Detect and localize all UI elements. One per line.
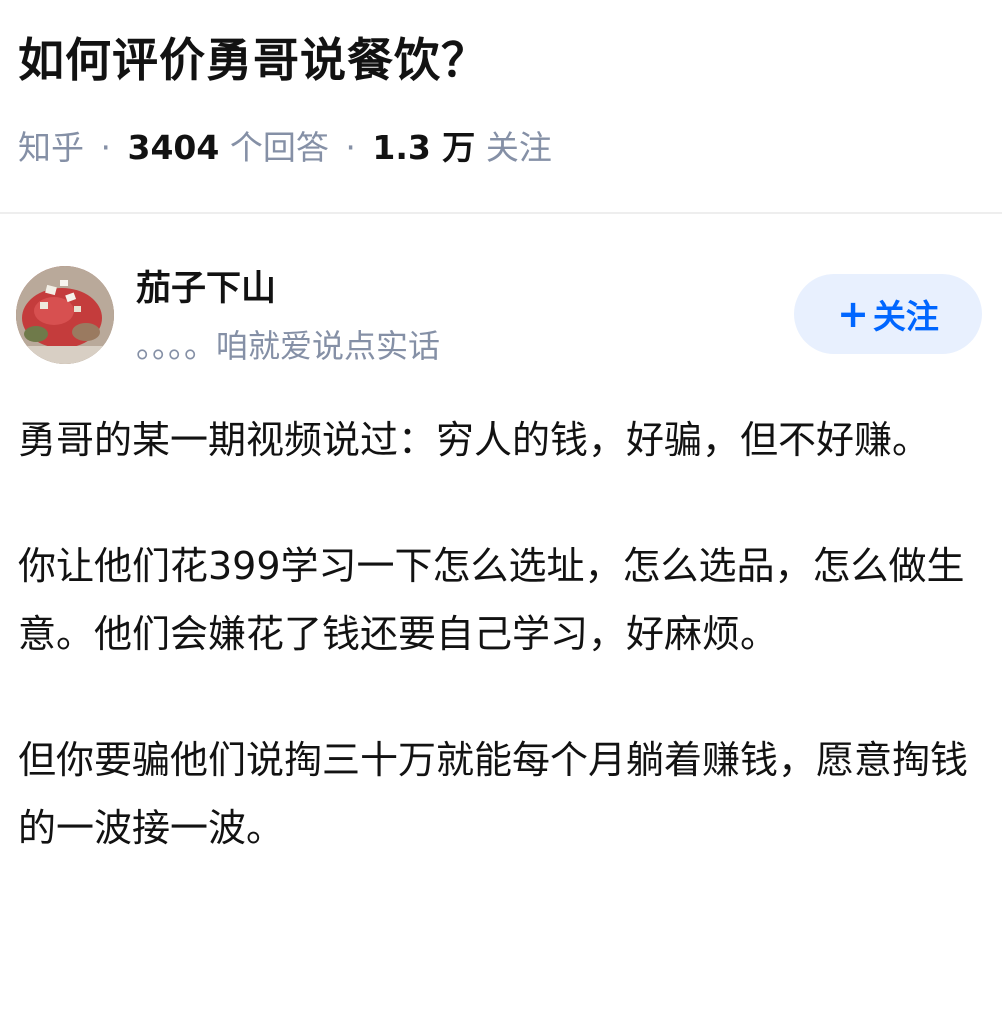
author-name[interactable]: 茄子下山: [136, 264, 276, 314]
follower-count-label: 关注: [485, 128, 552, 167]
author-info: 茄子下山 。。。。咱就爱说点实话 + 关注: [0, 214, 1002, 374]
answer-content: 勇哥的某一期视频说过：穷人的钱，好骗，但不好赚。 你让他们花399学习一下怎么选…: [18, 406, 984, 920]
source-label[interactable]: 知乎: [18, 128, 84, 167]
question-header: 如何评价勇哥说餐饮？ 知乎 · 3404 个回答 · 1.3 万 关注: [0, 0, 1002, 214]
author-bio: 。。。。咱就爱说点实话: [136, 327, 441, 365]
follow-button-label: 关注: [872, 297, 939, 336]
follow-button[interactable]: + 关注: [794, 274, 982, 354]
follower-count: 1.3 万: [372, 128, 476, 167]
answer-paragraph: 你让他们花399学习一下怎么选址，怎么选品，怎么做生意。他们会嫌花了钱还要自己学…: [18, 544, 965, 656]
plus-icon: +: [837, 292, 869, 336]
answer-count-label: 个回答: [229, 128, 329, 167]
answer-paragraph: 但你要骗他们说掏三十万就能每个月躺着赚钱，愿意掏钱的一波接一波。: [18, 738, 969, 850]
avatar[interactable]: [16, 266, 114, 364]
answer-count: 3404: [127, 128, 220, 167]
question-title[interactable]: 如何评价勇哥说餐饮？: [18, 28, 488, 92]
answer-paragraph: 勇哥的某一期视频说过：穷人的钱，好骗，但不好赚。: [18, 418, 931, 462]
meta-separator: ·: [345, 128, 356, 167]
meta-separator: ·: [100, 128, 112, 167]
question-meta: 知乎 · 3404 个回答 · 1.3 万 关注: [18, 124, 552, 172]
